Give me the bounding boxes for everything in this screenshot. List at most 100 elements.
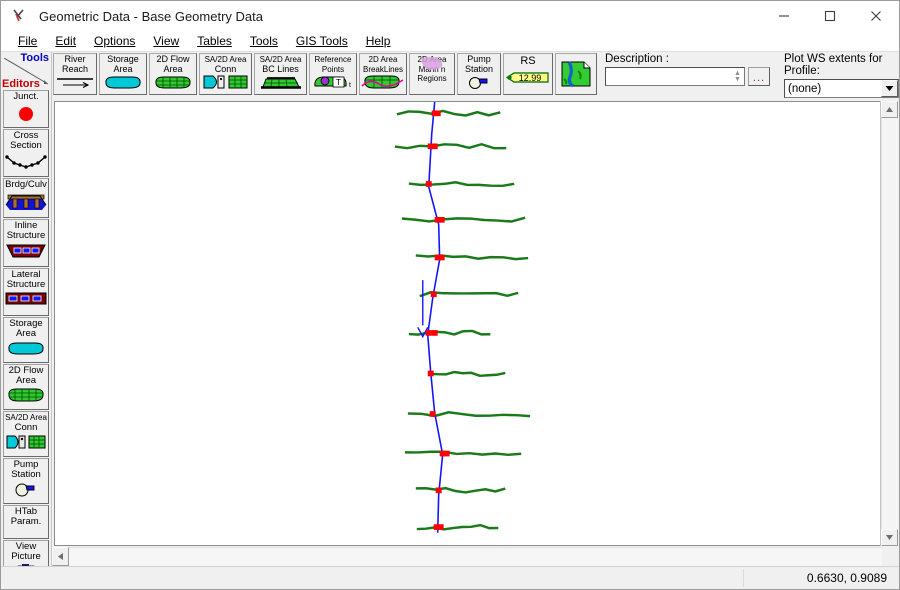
toolbar-item-label-2: Station bbox=[464, 63, 494, 74]
toolbar-item-label: RS bbox=[520, 55, 536, 67]
schematic-canvas-area bbox=[52, 99, 899, 546]
sidebar-item-label-2: Section bbox=[10, 140, 42, 151]
description-input[interactable] bbox=[606, 68, 731, 85]
scroll-down-button[interactable] bbox=[881, 529, 898, 546]
description-browse-button[interactable]: ... bbox=[748, 67, 770, 86]
sidebar-item-inline-structure[interactable]: Inline Structure bbox=[3, 219, 49, 267]
cross-section-node-marker[interactable] bbox=[434, 110, 441, 117]
toolbar-2d-area-breaklines[interactable]: 2D Area BreakLines bbox=[359, 53, 407, 95]
river-reach-line[interactable] bbox=[426, 102, 444, 533]
minimize-button[interactable] bbox=[761, 1, 807, 31]
spin-down-icon: ▼ bbox=[734, 75, 741, 83]
toolbar-storage-area[interactable]: Storage Area bbox=[99, 53, 147, 95]
menu-help[interactable]: Help bbox=[357, 33, 400, 50]
cross-section-node-marker[interactable] bbox=[435, 487, 442, 494]
cross-section-node-marker[interactable] bbox=[430, 291, 437, 298]
cross-section-line[interactable] bbox=[396, 109, 501, 117]
sidebar-item-label-2: Area bbox=[15, 328, 37, 339]
maximize-button[interactable] bbox=[807, 1, 853, 31]
toolbar-pump-station[interactable]: Pump Station bbox=[457, 53, 501, 95]
sidebar-item-2d-flow-area[interactable]: 2D Flow Area bbox=[3, 364, 49, 410]
sidebar-item-storage-area[interactable]: Storage Area bbox=[3, 317, 49, 363]
toolbar-river-station[interactable]: RS 12.99 bbox=[503, 53, 553, 95]
toolbar-2d-area-mann-n-regions[interactable]: 2D Area Mann n Regions bbox=[409, 53, 455, 95]
cross-section-line[interactable] bbox=[408, 181, 515, 188]
menu-tools[interactable]: Tools bbox=[241, 33, 287, 50]
sidebar-item-cross-section[interactable]: Cross Section bbox=[3, 129, 49, 177]
scroll-left-button[interactable] bbox=[52, 547, 69, 566]
svg-text:t: t bbox=[349, 82, 351, 89]
sidebar-item-label: Brdg/Culv bbox=[5, 179, 47, 190]
description-spinner[interactable]: ▲ ▼ bbox=[731, 68, 744, 85]
menu-file[interactable]: File bbox=[9, 33, 46, 50]
storage-area-icon bbox=[102, 75, 144, 93]
toolbar-reference-points[interactable]: Reference Points T t bbox=[309, 53, 357, 95]
cross-section-line[interactable] bbox=[407, 411, 531, 418]
cross-section-node-marker[interactable] bbox=[443, 450, 450, 457]
status-bar: 0.6630, 0.9089 bbox=[1, 566, 899, 589]
menu-options[interactable]: Options bbox=[85, 33, 144, 50]
cross-section-node-marker[interactable] bbox=[425, 330, 432, 336]
scroll-up-button[interactable] bbox=[881, 101, 898, 118]
cross-section-node-marker[interactable] bbox=[427, 370, 434, 377]
menu-edit[interactable]: Edit bbox=[46, 33, 85, 50]
toolbar-sa-2d-area-conn[interactable]: SA/2D Area Conn bbox=[199, 53, 252, 95]
profile-select[interactable]: (none) bbox=[784, 79, 899, 98]
cross-section-node-marker[interactable] bbox=[431, 143, 438, 150]
vertical-scrollbar[interactable] bbox=[880, 101, 898, 546]
river-schematic[interactable] bbox=[55, 102, 880, 545]
horizontal-scrollbar[interactable] bbox=[52, 546, 899, 566]
menu-tables[interactable]: Tables bbox=[188, 33, 241, 50]
cross-section-line[interactable] bbox=[416, 523, 499, 531]
menu-view[interactable]: View bbox=[144, 33, 188, 50]
geometry-toolbar: River Reach Storage Area 2D Flow Area SA… bbox=[52, 52, 899, 99]
cross-section-node-marker[interactable] bbox=[438, 216, 445, 223]
toolbar-gis-background-map[interactable] bbox=[555, 53, 597, 95]
sidebar-item-label: Junct. bbox=[13, 91, 39, 102]
chevron-down-icon[interactable] bbox=[881, 80, 898, 97]
window-controls bbox=[761, 1, 899, 31]
cross-section-line[interactable] bbox=[415, 486, 506, 494]
profile-label: Plot WS extents for Profile: bbox=[784, 53, 883, 77]
cross-section-line[interactable] bbox=[404, 450, 522, 457]
close-button[interactable] bbox=[853, 1, 899, 31]
menu-tools-label: Tools bbox=[249, 33, 278, 48]
cross-section-node-marker[interactable] bbox=[431, 330, 438, 336]
toolbar-sa-2d-area-bc-lines[interactable]: SA/2D Area BC Lines bbox=[254, 53, 307, 95]
cross-section-node-marker[interactable] bbox=[437, 524, 444, 530]
description-field[interactable]: ▲ ▼ bbox=[605, 67, 745, 86]
sidebar-item-bridge-culvert[interactable]: Brdg/Culv bbox=[3, 178, 49, 218]
toolbar-item-label: Reference bbox=[314, 55, 352, 64]
river-station-tag-icon: 12.99 bbox=[505, 70, 551, 88]
cross-section-node-marker[interactable] bbox=[425, 181, 432, 187]
sidebar-item-junction[interactable]: Junct. bbox=[3, 90, 49, 128]
sidebar-item-pump-station[interactable]: Pump Station bbox=[3, 458, 49, 504]
toolbar-item-label: 2D Area bbox=[368, 55, 398, 64]
cross-section-line[interactable] bbox=[401, 216, 526, 223]
cross-section-layer bbox=[394, 109, 531, 531]
vertical-scroll-track[interactable] bbox=[881, 118, 898, 529]
sidebar-item-label-2: Picture bbox=[11, 551, 41, 562]
river-schematic-canvas[interactable] bbox=[54, 101, 880, 546]
horizontal-scroll-track[interactable] bbox=[69, 547, 882, 566]
sidebar-item-lateral-structure[interactable]: Lateral Structure bbox=[3, 268, 49, 316]
toolbar-river-reach[interactable]: River Reach bbox=[53, 53, 97, 95]
toolbar-2d-flow-area[interactable]: 2D Flow Area bbox=[149, 53, 197, 95]
cross-section-node-marker[interactable] bbox=[429, 411, 436, 417]
menu-gis-tools-label: GIS Tools bbox=[295, 33, 348, 48]
cross-section-line[interactable] bbox=[415, 254, 529, 261]
cross-section-node-marker[interactable] bbox=[438, 254, 445, 261]
menu-gis-tools[interactable]: GIS Tools bbox=[287, 33, 357, 50]
cross-section-line[interactable] bbox=[428, 370, 506, 378]
sidebar-item-sa-2d-area-conn[interactable]: SA/2D Area Conn bbox=[3, 411, 49, 457]
sa-2d-area-conn-icon bbox=[5, 434, 47, 453]
sidebar-item-label-2: Station bbox=[11, 469, 41, 480]
inline-structure-icon bbox=[4, 242, 48, 263]
cross-section-line[interactable] bbox=[394, 142, 507, 150]
sidebar-item-label-2: Conn bbox=[14, 422, 38, 433]
sidebar-editors-label: Editors bbox=[2, 78, 40, 90]
reference-points-icon: T t bbox=[311, 75, 355, 92]
scrollbar-corner bbox=[882, 547, 899, 566]
sidebar-item-htab-param[interactable]: HTab Param. bbox=[3, 505, 49, 539]
description-group: Description : ▲ ▼ ... bbox=[605, 53, 770, 86]
